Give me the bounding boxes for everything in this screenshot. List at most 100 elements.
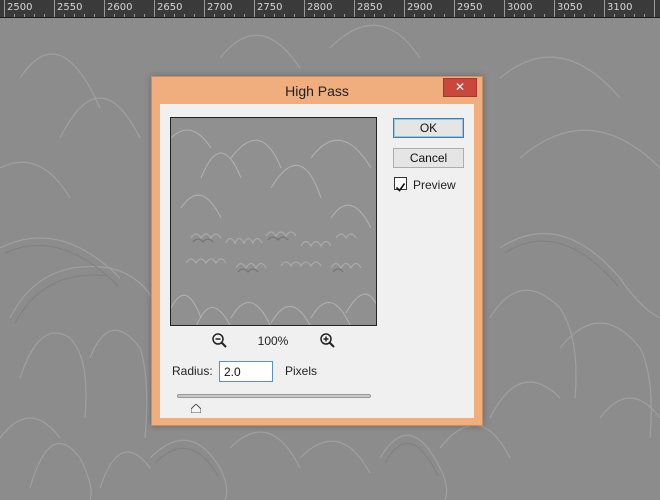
ruler-tick bbox=[204, 0, 205, 17]
ruler-tick bbox=[184, 14, 185, 17]
ruler-tick bbox=[554, 0, 555, 17]
ruler-tick bbox=[394, 14, 395, 17]
ruler-label: 2700 bbox=[207, 2, 233, 13]
ruler-tick bbox=[534, 14, 535, 17]
ruler-tick bbox=[434, 14, 435, 17]
ruler-label: 2750 bbox=[257, 2, 283, 13]
ruler-tick bbox=[254, 0, 255, 17]
ruler-label: 3100 bbox=[607, 2, 633, 13]
preview-label: Preview bbox=[413, 178, 456, 192]
ruler-tick bbox=[604, 0, 605, 17]
ruler-tick bbox=[314, 14, 315, 17]
zoom-in-button[interactable] bbox=[319, 332, 337, 350]
ruler-tick bbox=[124, 14, 125, 17]
ruler-label: 2800 bbox=[307, 2, 333, 13]
ruler-tick bbox=[354, 0, 355, 17]
ruler-tick bbox=[634, 14, 635, 17]
ruler-tick bbox=[294, 14, 295, 17]
ruler-tick bbox=[654, 0, 655, 17]
zoom-out-button[interactable] bbox=[211, 332, 229, 350]
ruler-tick bbox=[4, 0, 5, 17]
ruler-tick bbox=[404, 0, 405, 17]
ruler-tick bbox=[154, 0, 155, 17]
checkmark-icon bbox=[395, 183, 406, 192]
ruler-tick bbox=[164, 14, 165, 17]
dialog-titlebar[interactable]: High Pass ✕ bbox=[152, 77, 482, 103]
ruler-tick bbox=[584, 14, 585, 17]
radius-input[interactable] bbox=[219, 361, 273, 382]
cancel-button[interactable]: Cancel bbox=[393, 148, 464, 168]
preview-checkbox[interactable] bbox=[394, 177, 407, 192]
ruler-tick bbox=[414, 14, 415, 17]
ruler-tick bbox=[74, 14, 75, 17]
ruler-label: 2650 bbox=[157, 2, 183, 13]
ruler-tick bbox=[14, 14, 15, 17]
close-icon: ✕ bbox=[454, 80, 466, 94]
ruler-tick bbox=[444, 14, 445, 17]
ruler-tick bbox=[614, 14, 615, 17]
high-pass-dialog: High Pass ✕ 100% Radius: 2.0 Pixels OK C… bbox=[151, 76, 483, 426]
zoom-controls: 100% bbox=[170, 332, 377, 350]
ruler-tick bbox=[134, 14, 135, 17]
ruler-tick bbox=[84, 14, 85, 17]
ruler-tick bbox=[244, 14, 245, 17]
ruler-tick bbox=[364, 14, 365, 17]
radius-slider[interactable] bbox=[177, 394, 371, 398]
ruler-tick bbox=[564, 14, 565, 17]
ruler-tick bbox=[54, 0, 55, 17]
ruler-tick bbox=[594, 14, 595, 17]
ruler-tick bbox=[544, 14, 545, 17]
ruler-label: 2600 bbox=[107, 2, 133, 13]
ruler-tick bbox=[274, 14, 275, 17]
ruler-tick bbox=[44, 14, 45, 17]
ruler-label: 2500 bbox=[7, 2, 33, 13]
zoom-out-icon bbox=[212, 333, 227, 348]
ruler-tick bbox=[374, 14, 375, 17]
ruler-label: 2550 bbox=[57, 2, 83, 13]
ruler-tick bbox=[34, 14, 35, 17]
ruler-tick bbox=[114, 14, 115, 17]
ruler-label: 3000 bbox=[507, 2, 533, 13]
ruler-tick bbox=[644, 14, 645, 17]
ruler-tick bbox=[344, 14, 345, 17]
radius-units-label: Pixels bbox=[285, 364, 318, 378]
ruler-tick bbox=[64, 14, 65, 17]
ruler-tick bbox=[484, 14, 485, 17]
zoom-in-icon bbox=[320, 333, 335, 348]
preview-image bbox=[171, 129, 376, 325]
ruler-tick bbox=[624, 14, 625, 17]
radius-slider-thumb[interactable] bbox=[190, 398, 202, 414]
ruler-tick bbox=[574, 14, 575, 17]
dialog-title: High Pass bbox=[285, 83, 349, 99]
slider-thumb-icon bbox=[190, 403, 202, 414]
ruler-tick bbox=[324, 14, 325, 17]
ruler-tick bbox=[304, 0, 305, 17]
ruler-tick bbox=[504, 0, 505, 17]
ruler-label: 2950 bbox=[457, 2, 483, 13]
ruler-tick bbox=[424, 14, 425, 17]
zoom-level: 100% bbox=[257, 334, 289, 348]
ruler-tick bbox=[524, 14, 525, 17]
ruler-tick bbox=[214, 14, 215, 17]
ruler-tick bbox=[474, 14, 475, 17]
ruler-tick bbox=[224, 14, 225, 17]
ruler-tick bbox=[264, 14, 265, 17]
ruler-tick bbox=[334, 14, 335, 17]
ruler-tick bbox=[234, 14, 235, 17]
close-button[interactable]: ✕ bbox=[443, 78, 477, 97]
ruler-label: 2850 bbox=[357, 2, 383, 13]
ruler-label: 3050 bbox=[557, 2, 583, 13]
filter-preview[interactable] bbox=[170, 117, 377, 326]
ruler-tick bbox=[384, 14, 385, 17]
ruler-tick bbox=[514, 14, 515, 17]
dialog-body: 100% Radius: Pixels OK Cancel Preview bbox=[160, 104, 474, 418]
ruler-tick bbox=[94, 14, 95, 17]
ruler-tick bbox=[174, 14, 175, 17]
ruler-tick bbox=[454, 0, 455, 17]
ruler-tick bbox=[24, 14, 25, 17]
ok-button[interactable]: OK bbox=[393, 118, 464, 138]
radius-label: Radius: bbox=[172, 364, 213, 378]
ruler-tick bbox=[494, 14, 495, 17]
ruler-label: 2900 bbox=[407, 2, 433, 13]
ruler-tick bbox=[284, 14, 285, 17]
